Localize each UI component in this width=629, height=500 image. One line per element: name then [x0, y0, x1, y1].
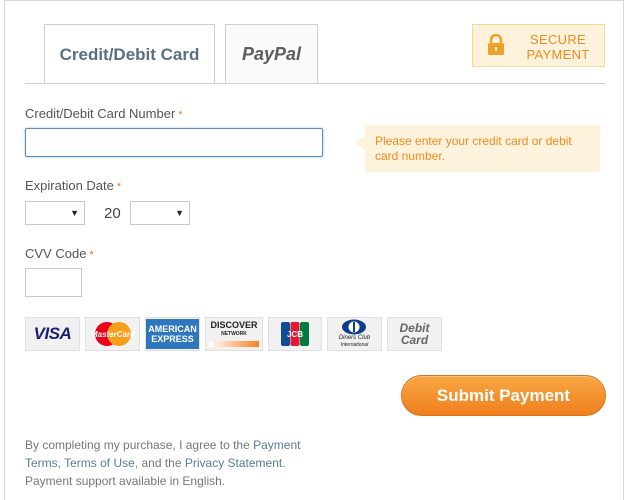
mastercard-logo-text: MasterCard	[90, 330, 135, 339]
jcb-logo: JCB	[268, 317, 322, 351]
cvv-input[interactable]	[25, 268, 82, 297]
year-prefix: 20	[104, 205, 121, 222]
amex-line2: EXPRESS	[151, 334, 194, 344]
card-number-input[interactable]	[25, 128, 323, 157]
discover-sub: NETWORK	[221, 331, 247, 337]
required-mark: *	[89, 249, 94, 261]
legal-prefix: By completing my purchase, I agree to th…	[25, 438, 254, 452]
diners-icon	[342, 319, 367, 335]
jcb-icon: JCB	[281, 322, 309, 346]
expiration-month-select[interactable]: ▼	[25, 201, 85, 225]
card-number-tooltip: Please enter your credit card or debit c…	[365, 125, 600, 172]
amex-logo: AMERICAN EXPRESS	[145, 317, 200, 351]
debit-card-logo: Debit Card	[387, 317, 442, 351]
secure-payment-badge: SECURE PAYMENT	[472, 24, 605, 67]
amex-line1: AMERICAN	[148, 324, 197, 334]
payment-support-text: Payment support available in English.	[25, 474, 226, 488]
tab-credit-debit-card-label: Credit/Debit Card	[59, 44, 200, 64]
expiration-year-select[interactable]: ▼	[130, 201, 190, 225]
visa-logo: VISA	[25, 317, 80, 351]
diners-line2: International	[340, 342, 369, 348]
visa-logo-text: VISA	[33, 324, 72, 343]
tab-paypal-label: PayPal	[241, 44, 302, 64]
legal-text: By completing my purchase, I agree to th…	[25, 436, 325, 490]
required-mark: *	[178, 109, 183, 121]
jcb-logo-text: JCB	[287, 330, 303, 339]
legal-sep2: , and the	[134, 456, 185, 470]
tab-credit-debit-card[interactable]: Credit/Debit Card	[44, 24, 215, 85]
discover-text: DISCOVER	[210, 320, 258, 330]
tooltip-arrow	[355, 136, 365, 150]
legal-suffix: .	[282, 456, 286, 470]
diners-club-logo: Diners Club International	[327, 317, 382, 351]
mastercard-icon: MasterCard	[90, 322, 136, 346]
mastercard-logo: MasterCard	[85, 317, 140, 351]
submit-payment-button[interactable]: Submit Payment	[401, 375, 606, 416]
dropdown-arrow-icon: ▼	[175, 208, 184, 218]
cvv-label: CVV Code *	[25, 246, 94, 261]
diners-line1: Diners Club	[338, 335, 371, 341]
privacy-statement-link[interactable]: Privacy Statement	[185, 456, 282, 470]
terms-of-use-link[interactable]: Terms of Use	[64, 456, 135, 470]
dropdown-arrow-icon: ▼	[70, 208, 79, 218]
card-number-label: Credit/Debit Card Number *	[25, 106, 183, 121]
lock-icon	[488, 34, 504, 55]
tabs-divider	[25, 83, 605, 84]
secure-line1: SECURE	[530, 32, 586, 47]
secure-line2: PAYMENT	[526, 47, 590, 62]
discover-logo: DISCOVER NETWORK	[205, 317, 263, 351]
tab-paypal[interactable]: PayPal	[225, 24, 318, 84]
expiration-label: Expiration Date *	[25, 178, 122, 193]
secure-payment-text: SECURE PAYMENT	[513, 32, 603, 62]
debit-line2: Card	[400, 333, 429, 347]
required-mark: *	[116, 181, 122, 193]
